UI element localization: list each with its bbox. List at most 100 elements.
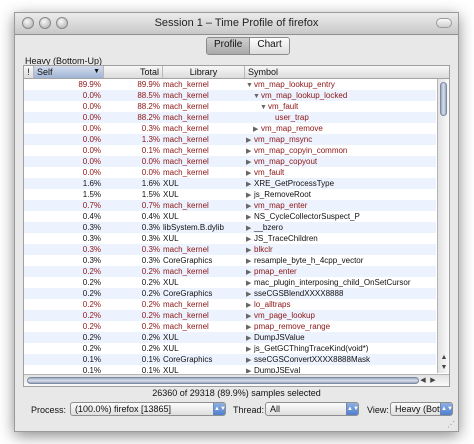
symbol-cell: ▶ blkclr [246,244,434,255]
disclosure-collapsed-icon[interactable]: ▶ [246,245,254,255]
scroll-right-arrow-icon[interactable]: ▶ [429,376,437,385]
self-cell: 0.0% [82,146,101,155]
disclosure-expanded-icon[interactable]: ▼ [260,102,268,112]
table-row[interactable]: 0.4% 0.4% XUL ▶ NS_CycleCollectorSuspect_P [24,211,436,222]
tab-chart[interactable]: Chart [250,38,289,54]
horizontal-scrollbar[interactable]: ◀ ▶ [24,374,449,386]
table-row[interactable]: 0.2% 0.2% XUL ▶ mac_plugin_interposing_child… [24,277,436,288]
scroll-up-arrow-icon[interactable]: ▲ [440,353,448,362]
symbol-name: vm_fault [268,102,299,111]
disclosure-collapsed-icon[interactable]: ▶ [246,168,254,178]
table-row[interactable]: 0.2% 0.2% XUL ▶ js_GetGCThingTraceKind(void*… [24,343,436,354]
view-segmented-control: Profile Chart [206,37,290,55]
table-row[interactable]: 0.3% 0.3% XUL ▶ JS_TraceChildren [24,233,436,244]
self-cell: 1.5% [82,190,101,199]
title-bar: Session 1 – Time Profile of firefox [15,13,458,35]
table-row[interactable]: 0.7% 0.7% mach_kernel ▶ vm_map_enter [24,200,436,211]
header-flag[interactable]: ! [24,66,34,78]
table-row[interactable]: 0.1% 0.1% CoreGraphics ▶ sseCGSConvertXXXX88… [24,354,436,365]
disclosure-collapsed-icon[interactable]: ▶ [246,355,254,365]
profiler-window: Session 1 – Time Profile of firefox Prof… [14,12,459,432]
symbol-cell: ▶ vm_map_remove [246,123,436,134]
total-cell: 0.1% [141,146,160,155]
table-row[interactable]: 1.5% 1.5% XUL ▶ js_RemoveRoot [24,189,436,200]
symbol-cell: ▶ vm_fault [246,167,434,178]
table-row[interactable]: 0.3% 0.3% mach_kernel ▶ blkclr [24,244,436,255]
toolbar-toggle-button[interactable] [436,18,452,28]
table-row[interactable]: 0.0% 88.5% mach_kernel ▼vm_map_lookup_locke… [24,90,436,101]
symbol-name: vm_map_msync [254,135,313,144]
vertical-scroll-thumb[interactable] [440,82,447,116]
table-row[interactable]: 0.2% 0.2% mach_kernel ▶ vm_page_lookup [24,310,436,321]
disclosure-collapsed-icon[interactable]: ▶ [246,212,254,222]
thread-popup[interactable]: All ▲▼ [265,402,359,416]
library-cell: mach_kernel [163,80,209,89]
scroll-left-arrow-icon[interactable]: ◀ [419,376,427,385]
disclosure-collapsed-icon[interactable]: ▶ [246,146,254,156]
table-row[interactable]: 0.0% 0.0% mach_kernel ▶ vm_map_copyout [24,156,436,167]
symbol-cell: user_trap [246,112,436,123]
table-row[interactable]: 0.2% 0.2% CoreGraphics ▶ sseCGSBlendXXXX8888 [24,288,436,299]
header-self[interactable]: Self ▼ [34,66,104,78]
header-symbol[interactable]: Symbol [245,66,449,78]
disclosure-collapsed-icon[interactable]: ▶ [246,201,254,211]
disclosure-expanded-icon[interactable]: ▼ [253,91,261,101]
table-row[interactable]: 0.3% 0.3% libSystem.B.dylib ▶ __bzero [24,222,436,233]
disclosure-collapsed-icon[interactable]: ▶ [246,256,254,266]
header-total[interactable]: Total [104,66,163,78]
disclosure-collapsed-icon[interactable]: ▶ [246,267,254,277]
header-library[interactable]: Library [163,66,245,78]
self-cell: 0.0% [82,113,101,122]
table-row[interactable]: 0.0% 0.0% mach_kernel ▶ vm_fault [24,167,436,178]
view-popup[interactable]: Heavy (Bottom-Up) ▲▼ [390,402,453,416]
vertical-scrollbar[interactable]: ▲ ▼ [437,79,449,373]
disclosure-collapsed-icon[interactable]: ▶ [246,157,254,167]
table-row[interactable]: 0.2% 0.2% mach_kernel ▶ pmap_enter [24,266,436,277]
disclosure-collapsed-icon[interactable]: ▶ [246,278,254,288]
disclosure-expanded-icon[interactable]: ▼ [246,80,254,90]
disclosure-collapsed-icon[interactable]: ▶ [246,333,254,343]
resize-grip-icon[interactable]: ⋰ [447,420,456,429]
self-cell: 0.0% [82,157,101,166]
table-row[interactable]: 0.0% 1.3% mach_kernel ▶ vm_map_msync [24,134,436,145]
symbol-name: vm_fault [254,168,285,177]
disclosure-collapsed-icon[interactable]: ▶ [246,300,254,310]
table-row[interactable]: 0.3% 0.3% CoreGraphics ▶ resample_byte_h_4cp… [24,255,436,266]
symbol-name: vm_map_copyout [254,157,318,166]
scroll-down-arrow-icon[interactable]: ▼ [440,363,448,372]
disclosure-collapsed-icon[interactable]: ▶ [246,289,254,299]
table-row[interactable]: 0.2% 0.2% mach_kernel ▶ lo_alltraps [24,299,436,310]
total-cell: 0.3% [141,124,160,133]
process-popup[interactable]: (100.0%) firefox [13865] ▲▼ [70,402,226,416]
disclosure-collapsed-icon[interactable]: ▶ [246,179,254,189]
table-row[interactable]: 1.6% 1.6% XUL ▶ XRE_GetProcessType [24,178,436,189]
self-cell: 0.3% [82,256,101,265]
disclosure-collapsed-icon[interactable]: ▶ [246,322,254,332]
table-row[interactable]: 0.0% 88.2% mach_kernel user_trap [24,112,436,123]
disclosure-collapsed-icon[interactable]: ▶ [246,223,254,233]
table-row[interactable]: 0.0% 88.2% mach_kernel ▼vm_fault [24,101,436,112]
table-row[interactable]: 0.1% 0.1% XUL ▶ DumpJSEval [24,365,436,373]
disclosure-collapsed-icon[interactable]: ▶ [253,124,261,134]
tab-profile[interactable]: Profile [207,38,251,54]
symbol-name: vm_map_copyin_common [254,146,348,155]
disclosure-collapsed-icon[interactable]: ▶ [246,135,254,145]
table-row[interactable]: 0.2% 0.2% XUL ▶ DumpJSValue [24,332,436,343]
disclosure-collapsed-icon[interactable]: ▶ [246,311,254,321]
table-header: ! Self ▼ Total Library Symbol [24,66,449,79]
table-row[interactable]: 0.2% 0.2% mach_kernel ▶ pmap_remove_range [24,321,436,332]
self-cell: 0.3% [82,245,101,254]
table-row[interactable]: 89.9% 89.9% mach_kernel ▼vm_map_lookup_entr… [24,79,436,90]
self-cell: 89.9% [78,80,101,89]
disclosure-collapsed-icon[interactable]: ▶ [246,366,254,373]
library-cell: mach_kernel [163,300,209,309]
total-cell: 0.2% [141,300,160,309]
horizontal-scroll-thumb[interactable] [27,377,419,384]
disclosure-collapsed-icon[interactable]: ▶ [246,190,254,200]
symbol-cell: ▶ vm_map_copyout [246,156,434,167]
table-row[interactable]: 0.0% 0.3% mach_kernel ▶ vm_map_remove [24,123,436,134]
disclosure-collapsed-icon[interactable]: ▶ [246,344,254,354]
library-cell: mach_kernel [163,245,209,254]
disclosure-collapsed-icon[interactable]: ▶ [246,234,254,244]
table-row[interactable]: 0.0% 0.1% mach_kernel ▶ vm_map_copyin_common [24,145,436,156]
